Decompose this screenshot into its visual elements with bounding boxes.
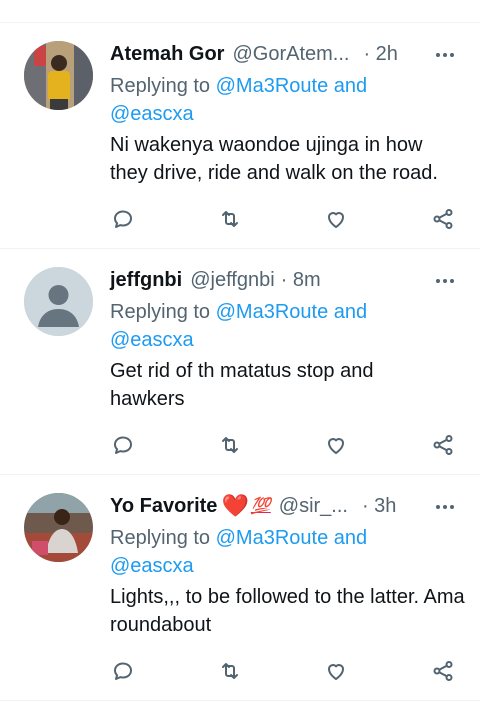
display-name[interactable]: Yo Favorite <box>110 495 217 518</box>
tweet-divider <box>0 474 480 475</box>
share-icon[interactable] <box>428 656 458 686</box>
mention-link[interactable]: @Ma3Route and <box>216 75 368 97</box>
hundred-emoji-icon: 💯 <box>250 498 271 515</box>
more-icon[interactable] <box>436 53 454 57</box>
like-icon[interactable] <box>321 204 351 234</box>
top-divider <box>0 22 480 23</box>
tweet-divider <box>0 248 480 249</box>
tweet-header: jeffgnbi @jeffgnbi · 8m <box>110 267 460 293</box>
replying-to: Replying to @Ma3Route and @eascxa <box>110 72 460 128</box>
tweet-text: Ni wakenya waondoe ujinga in how they dr… <box>110 134 438 184</box>
mention-link[interactable]: @Ma3Route and <box>216 527 368 549</box>
tweet-actions <box>0 656 480 686</box>
mention-link[interactable]: @Ma3Route and <box>216 301 368 323</box>
avatar-image <box>24 493 93 562</box>
replying-prefix: Replying to <box>110 527 216 549</box>
more-icon[interactable] <box>436 279 454 283</box>
share-icon[interactable] <box>428 204 458 234</box>
display-name[interactable]: jeffgnbi <box>110 269 182 292</box>
replying-to: Replying to @Ma3Route and @eascxa <box>110 524 460 580</box>
mention-link[interactable]: @eascxa <box>110 555 194 577</box>
reply-icon[interactable] <box>108 204 138 234</box>
share-icon[interactable] <box>428 430 458 460</box>
replying-prefix: Replying to <box>110 301 216 323</box>
tweet-actions <box>0 204 480 234</box>
like-icon[interactable] <box>321 430 351 460</box>
avatar[interactable] <box>24 493 93 562</box>
tweet-text: Lights,,, to be followed to the latter. … <box>110 586 465 636</box>
mention-link[interactable]: @eascxa <box>110 329 194 351</box>
more-icon[interactable] <box>436 505 454 509</box>
replying-prefix: Replying to <box>110 75 216 97</box>
tweet-header: Yo Favorite ❤️ 💯 @sir_... · 3h <box>110 493 460 519</box>
like-icon[interactable] <box>321 656 351 686</box>
tweet-divider <box>0 700 480 701</box>
timestamp[interactable]: · 3h <box>362 495 396 518</box>
retweet-icon[interactable] <box>215 204 245 234</box>
user-handle[interactable]: @GorAtem... <box>232 43 349 66</box>
display-name[interactable]: Atemah Gor <box>110 43 224 66</box>
user-handle[interactable]: @jeffgnbi <box>190 269 274 292</box>
tweet-actions <box>0 430 480 460</box>
reply-icon[interactable] <box>108 430 138 460</box>
tweet-header: Atemah Gor @GorAtem... · 2h <box>110 41 460 67</box>
heart-emoji-icon: ❤️ <box>221 493 249 518</box>
retweet-icon[interactable] <box>215 430 245 460</box>
mention-link[interactable]: @eascxa <box>110 103 194 125</box>
reply-icon[interactable] <box>108 656 138 686</box>
timestamp[interactable]: · 8m <box>281 269 321 292</box>
tweet-text: Get rid of th matatus stop and hawkers <box>110 360 374 410</box>
replying-to: Replying to @Ma3Route and @eascxa <box>110 298 460 354</box>
timestamp[interactable]: · 2h <box>363 43 397 66</box>
avatar-image <box>24 41 93 110</box>
user-handle[interactable]: @sir_... <box>279 495 348 518</box>
avatar[interactable] <box>24 267 93 336</box>
retweet-icon[interactable] <box>215 656 245 686</box>
avatar[interactable] <box>24 41 93 110</box>
default-avatar-icon <box>24 267 93 336</box>
